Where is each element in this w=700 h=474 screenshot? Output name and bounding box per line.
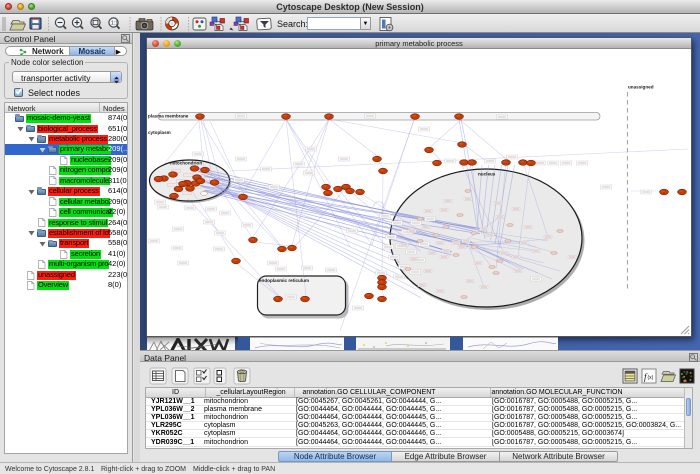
svg-text:(x): (x): [648, 375, 654, 381]
svg-text:mitochondrion: mitochondrion: [170, 160, 202, 165]
svg-text:unassigned: unassigned: [628, 84, 654, 89]
svg-text:cytoplasm: cytoplasm: [148, 130, 171, 135]
svg-text:plasma membrane: plasma membrane: [148, 113, 189, 118]
svg-text:nucleus: nucleus: [478, 171, 496, 176]
svg-text:1:1: 1:1: [111, 20, 119, 26]
svg-text:endoplasmic reticulum: endoplasmic reticulum: [259, 278, 309, 283]
